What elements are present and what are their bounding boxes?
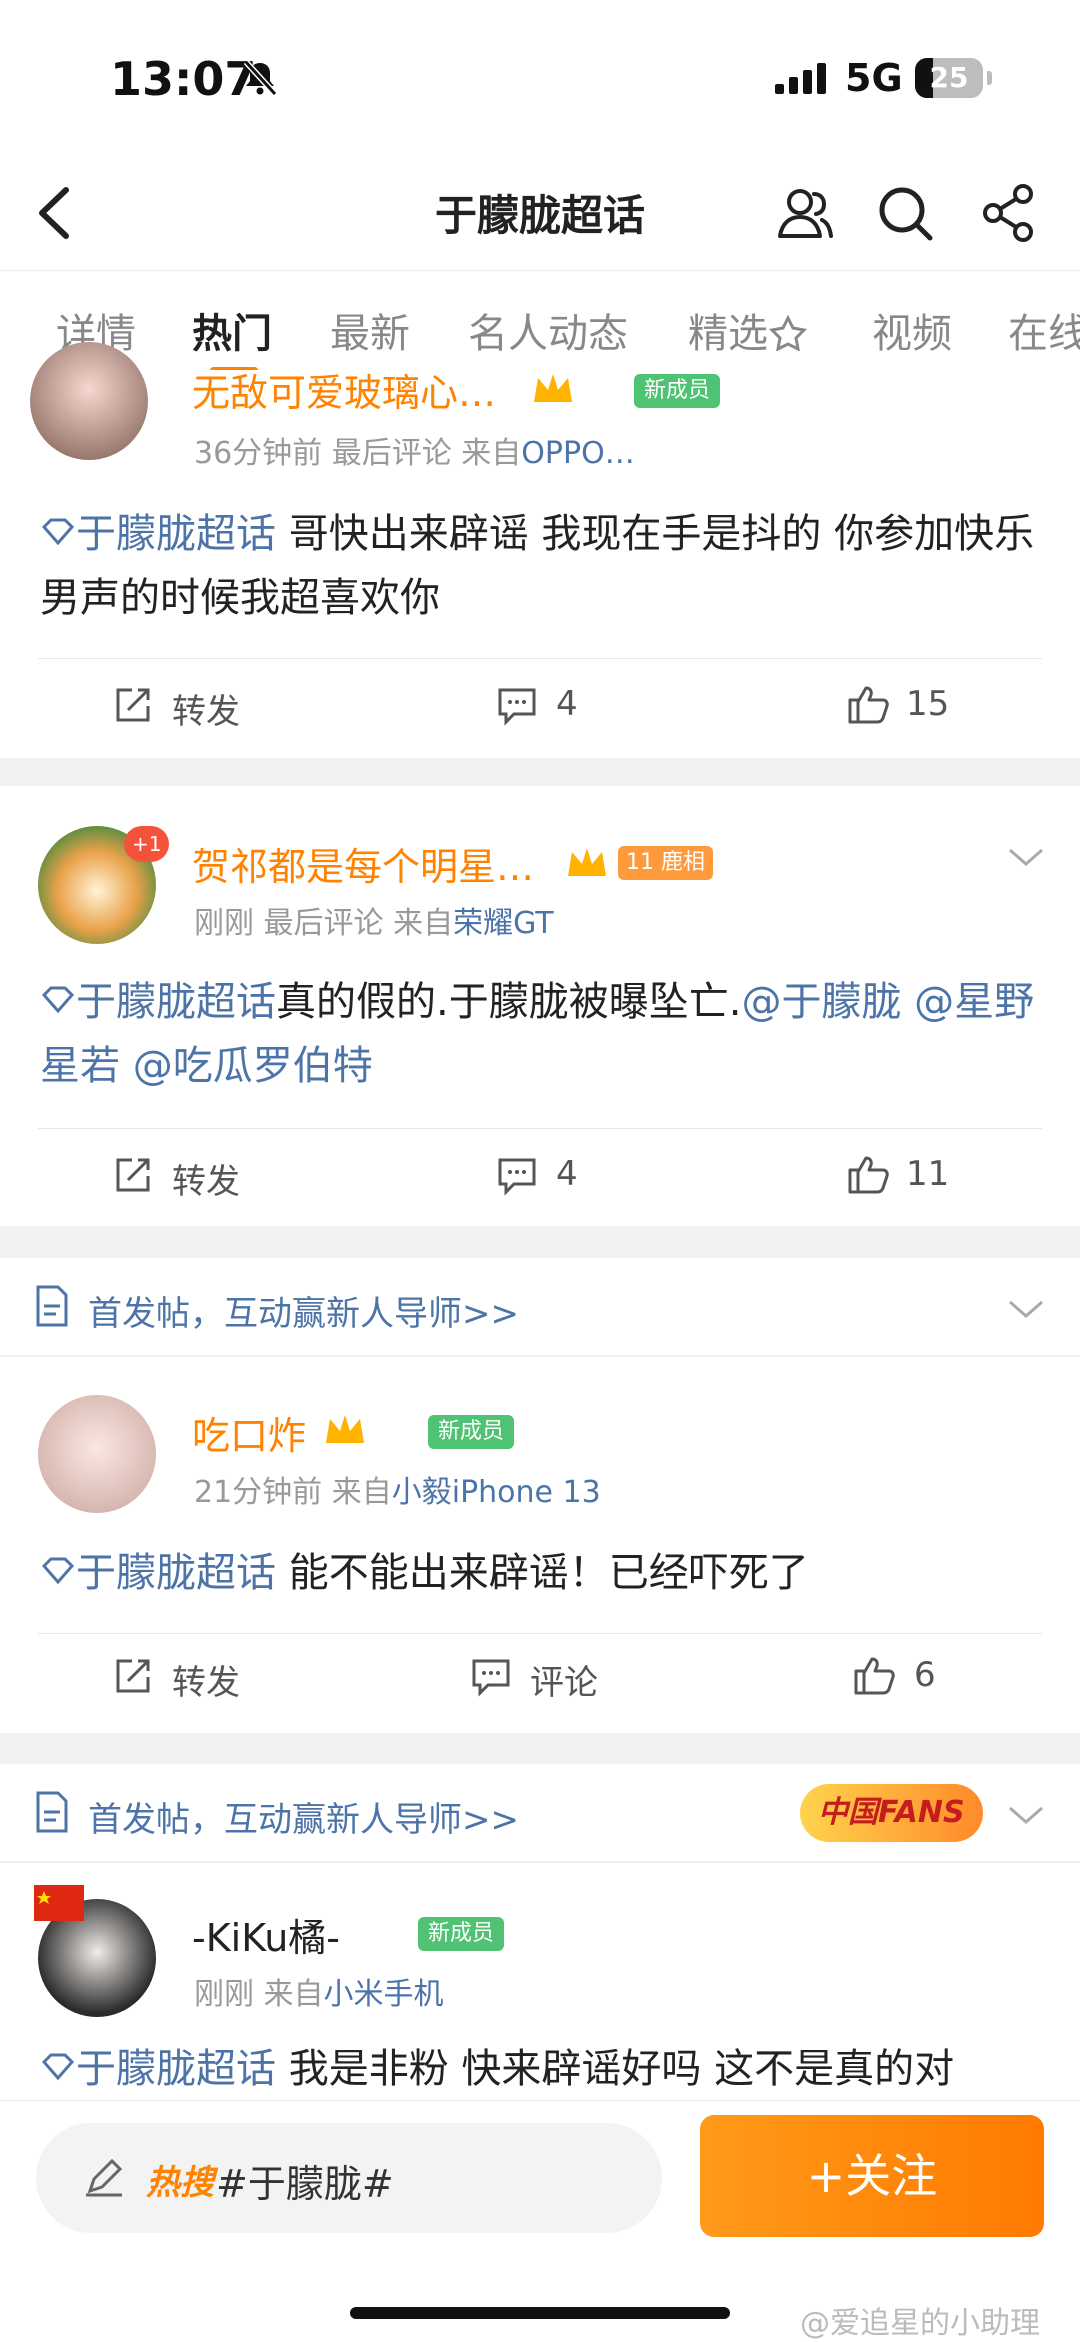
- repost-label[interactable]: 转发: [172, 684, 240, 733]
- chevron-down-icon[interactable]: [1004, 1294, 1048, 1324]
- comment-count[interactable]: 4: [556, 684, 578, 724]
- post-card[interactable]: +1 贺祁都是每个明星… 11 鹿相 刚刚 最后评论 来自荣耀GT 于朦胧超话真…: [0, 786, 1080, 1226]
- notification-badge: +1: [124, 826, 170, 862]
- repost-label[interactable]: 转发: [172, 1655, 240, 1704]
- post-card[interactable]: -KiKu橘- 新成员 刚刚 来自小米手机 于朦胧超话 我是非粉 快来辟谣好吗 …: [0, 1863, 1080, 2100]
- tab-latest[interactable]: 最新: [330, 301, 410, 359]
- repost-icon[interactable]: [112, 684, 154, 726]
- tab-video[interactable]: 视频: [872, 301, 952, 359]
- mute-bell-icon: [243, 59, 278, 97]
- promo-banner[interactable]: 首发帖，互动赢新人导师>> 中国FANS: [0, 1764, 1080, 1862]
- share-icon[interactable]: [975, 178, 1045, 248]
- comment-icon[interactable]: [470, 1657, 512, 1697]
- nav-bar: 于朦胧超话: [0, 160, 1080, 270]
- mention-link[interactable]: @于朦胧: [741, 979, 901, 1025]
- level-badge: 11 鹿相: [618, 846, 714, 880]
- search-icon[interactable]: [870, 178, 940, 248]
- post-meta: 刚刚 来自小米手机: [194, 1977, 444, 2012]
- promo-text[interactable]: 首发帖，互动赢新人导师>>: [88, 1792, 519, 1841]
- crown-icon: [534, 374, 572, 402]
- like-thumb-icon[interactable]: [846, 1152, 890, 1196]
- post-meta: 刚刚 最后评论 来自荣耀GT: [194, 906, 554, 941]
- like-count[interactable]: 6: [914, 1655, 936, 1695]
- promo-banner[interactable]: 首发帖，互动赢新人导师>>: [0, 1258, 1080, 1356]
- post-text[interactable]: 于朦胧超话真的假的.于朦胧被曝坠亡.@于朦胧 @星野星若 @吃瓜罗伯特: [40, 970, 1050, 1098]
- avatar[interactable]: [30, 342, 148, 460]
- diamond-star-icon: [768, 314, 808, 352]
- pencil-icon: [86, 2158, 123, 2197]
- chevron-down-icon[interactable]: [1004, 842, 1048, 872]
- signal-icon: [775, 63, 826, 94]
- status-time: 13:07: [110, 52, 257, 106]
- hot-search-label: 热搜: [146, 2163, 214, 2203]
- supertopic-diamond-icon: [41, 1557, 75, 1585]
- topic-link[interactable]: 于朦胧超话: [76, 2046, 276, 2092]
- post-card[interactable]: 吃口炸 新成员 21分钟前 来自小毅iPhone 13 于朦胧超话 能不能出来辟…: [0, 1357, 1080, 1733]
- divider: [38, 658, 1042, 659]
- repost-icon[interactable]: [112, 1154, 154, 1196]
- repost-icon[interactable]: [112, 1655, 154, 1697]
- username[interactable]: 无敌可爱玻璃心…: [192, 362, 496, 417]
- promo-text[interactable]: 首发帖，互动赢新人导师>>: [88, 1286, 519, 1335]
- post-text[interactable]: 于朦胧超话 哥快出来辟谣 我现在手是抖的 你参加快乐男声的时候我超喜欢你: [40, 502, 1050, 630]
- chevron-down-icon[interactable]: [1004, 1800, 1048, 1830]
- comment-icon[interactable]: [496, 1156, 538, 1196]
- crown-icon: [326, 1415, 364, 1443]
- group-users-icon[interactable]: [770, 178, 840, 248]
- username[interactable]: 贺祁都是每个明星…: [192, 836, 534, 891]
- like-thumb-icon[interactable]: [852, 1653, 896, 1697]
- like-count[interactable]: 15: [906, 684, 949, 724]
- username[interactable]: -KiKu橘-: [192, 1907, 340, 1962]
- comment-label[interactable]: 评论: [530, 1655, 598, 1704]
- post-meta: 36分钟前 最后评论 来自OPPO…: [194, 436, 635, 471]
- supertopic-diamond-icon: [41, 518, 75, 546]
- post-card[interactable]: 无敌可爱玻璃心… 新成员 36分钟前 最后评论 来自OPPO… 于朦胧超话 哥快…: [0, 342, 1080, 758]
- divider: [38, 1633, 1042, 1634]
- follow-button[interactable]: +关注: [700, 2115, 1044, 2237]
- document-icon: [36, 1285, 68, 1327]
- post-text[interactable]: 于朦胧超话 能不能出来辟谣！已经吓死了: [40, 1541, 1050, 1605]
- comment-icon[interactable]: [496, 686, 538, 726]
- repost-label[interactable]: 转发: [172, 1154, 240, 1203]
- tab-featured[interactable]: 精选: [688, 301, 808, 359]
- tab-celebrity[interactable]: 名人动态: [468, 301, 628, 359]
- new-member-badge: 新成员: [634, 374, 721, 408]
- home-indicator[interactable]: [350, 2307, 730, 2319]
- supertopic-diamond-icon: [41, 986, 75, 1014]
- watermark: @爱追星的小助理: [800, 2306, 1040, 2341]
- status-bar: 13:07 5G 25: [0, 0, 1080, 160]
- post-text[interactable]: 于朦胧超话 我是非粉 快来辟谣好吗 这不是真的对: [40, 2037, 1050, 2101]
- username[interactable]: 吃口炸: [192, 1405, 306, 1460]
- topic-link[interactable]: 于朦胧超话: [76, 979, 276, 1025]
- tab-online[interactable]: 在线: [1008, 301, 1080, 359]
- china-fans-decoration: 中国FANS: [800, 1784, 983, 1842]
- topic-link[interactable]: 于朦胧超话: [76, 511, 276, 557]
- topic-link[interactable]: 于朦胧超话: [76, 1550, 276, 1596]
- china-flag-icon: [34, 1885, 84, 1921]
- like-count[interactable]: 11: [906, 1154, 949, 1194]
- new-member-badge: 新成员: [418, 1917, 505, 1951]
- document-icon: [36, 1791, 68, 1833]
- post-meta: 21分钟前 来自小毅iPhone 13: [194, 1475, 601, 1510]
- battery-icon: 25: [915, 58, 992, 98]
- like-thumb-icon[interactable]: [846, 682, 890, 726]
- new-member-badge: 新成员: [428, 1415, 515, 1449]
- supertopic-diamond-icon: [41, 2053, 75, 2081]
- tab-bar: 详情 热门 最新 名人动态 精选 视频 在线: [0, 270, 1080, 370]
- hashtag-text[interactable]: #于朦胧#: [216, 2153, 394, 2208]
- divider: [38, 1128, 1042, 1129]
- comment-count[interactable]: 4: [556, 1154, 578, 1194]
- mention-link[interactable]: @吃瓜罗伯特: [133, 1043, 373, 1089]
- crown-icon: [568, 848, 606, 876]
- hot-search-input[interactable]: 热搜 #于朦胧#: [36, 2123, 662, 2233]
- network-type: 5G: [845, 56, 903, 100]
- tab-hot[interactable]: 热门: [192, 301, 272, 359]
- avatar[interactable]: [38, 1395, 156, 1513]
